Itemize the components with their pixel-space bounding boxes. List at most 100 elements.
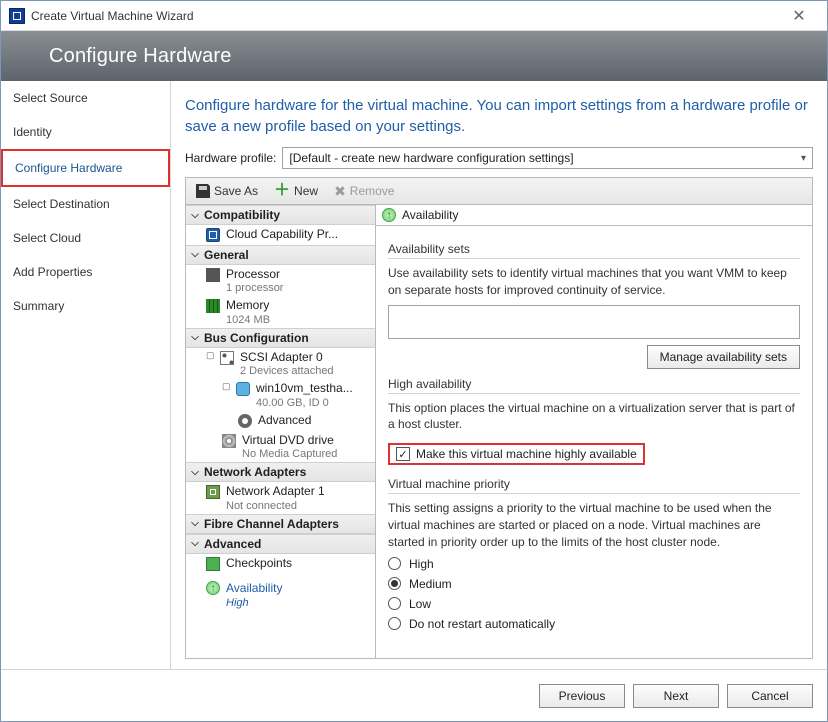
app-icon [9,8,25,24]
section-label: Advanced [204,537,261,551]
save-as-button[interactable]: Save As [192,182,262,200]
banner-title: Configure Hardware [49,45,232,68]
tree-item-label: Memory [226,298,270,314]
cancel-button[interactable]: Cancel [727,684,813,708]
nav-identity[interactable]: Identity [1,115,170,149]
remove-button: ✖ Remove [330,181,398,202]
tree-item-sub: No Media Captured [242,448,337,460]
details-header: ↑ Availability [376,205,812,226]
section-advanced[interactable]: ⌵ Advanced [186,534,375,554]
collapse-icon: ⌵ [190,518,200,529]
availability-sets-title: Availability sets [388,242,800,259]
priority-no-restart[interactable]: Do not restart automatically [388,617,800,631]
wizard-nav: Select Source Identity Configure Hardwar… [1,81,171,669]
availability-icon: ↑ [206,581,220,595]
save-icon [196,184,210,198]
close-icon[interactable]: ✕ [779,6,819,26]
tree-dvd[interactable]: Virtual DVD drive No Media Captured [186,431,375,463]
footer: Previous Next Cancel [1,669,827,721]
hardware-tree[interactable]: ⌵ Compatibility Cloud Capability Pr... ⌵… [186,205,376,658]
delete-icon: ✖ [334,183,346,200]
radio-icon [388,597,401,610]
section-network[interactable]: ⌵ Network Adapters [186,462,375,482]
tree-item-sub: 1 processor [226,282,283,294]
titlebar: Create Virtual Machine Wizard ✕ [1,1,827,31]
button-label: Previous [559,689,606,703]
tree-memory[interactable]: Memory 1024 MB [186,296,375,328]
nav-select-cloud[interactable]: Select Cloud [1,221,170,255]
section-bus[interactable]: ⌵ Bus Configuration [186,328,375,348]
checkpoint-icon [206,557,220,571]
content: Configure hardware for the virtual machi… [171,81,827,669]
tree-item-label: SCSI Adapter 0 [240,350,334,366]
new-button[interactable]: ＋ New [270,182,322,200]
intro-text: Configure hardware for the virtual machi… [185,95,813,137]
wizard-window: Create Virtual Machine Wizard ✕ Configur… [0,0,828,722]
tree-item-sub: 1024 MB [226,314,270,326]
section-label: Compatibility [204,208,280,222]
priority-medium[interactable]: Medium [388,577,800,591]
tree-item-label: Processor [226,267,283,283]
details-panel: ↑ Availability Availability sets Use ava… [376,205,812,658]
tree-scsi-adapter[interactable]: ▢ SCSI Adapter 0 2 Devices attached [186,348,375,380]
tree-availability[interactable]: ↑ Availability High [186,579,375,611]
body: Select Source Identity Configure Hardwar… [1,81,827,669]
details-body: Availability sets Use availability sets … [376,226,812,658]
vm-priority-title: Virtual machine priority [388,477,800,494]
radio-label: Medium [409,577,452,591]
expand-icon: ▢ [206,350,214,361]
radio-icon [388,577,401,590]
previous-button[interactable]: Previous [539,684,625,708]
tree-item-label: Virtual DVD drive [242,433,337,449]
collapse-icon: ⌵ [190,210,200,221]
workarea: ⌵ Compatibility Cloud Capability Pr... ⌵… [185,205,813,659]
high-availability-title: High availability [388,377,800,394]
button-label: Manage availability sets [660,350,787,364]
disk-icon [236,382,250,396]
nav-select-source[interactable]: Select Source [1,81,170,115]
tree-network-adapter[interactable]: Network Adapter 1 Not connected [186,482,375,514]
tree-disk[interactable]: ▢ win10vm_testha... 40.00 GB, ID 0 [186,379,375,411]
scsi-icon [220,351,234,365]
nav-summary[interactable]: Summary [1,289,170,323]
section-general[interactable]: ⌵ General [186,245,375,265]
new-label: New [294,184,318,198]
next-button[interactable]: Next [633,684,719,708]
tree-item-sub: Not connected [226,500,325,512]
tree-checkpoints[interactable]: Checkpoints [186,554,375,574]
tree-item-label: Checkpoints [226,556,292,572]
availability-icon: ↑ [382,208,396,222]
high-availability-desc: This option places the virtual machine o… [388,400,800,434]
tree-disk-advanced[interactable]: Advanced [186,411,375,431]
tree-item-sub: 40.00 GB, ID 0 [256,397,353,409]
section-label: Bus Configuration [204,331,309,345]
nav-configure-hardware[interactable]: Configure Hardware [1,149,170,187]
cpu-icon [206,268,220,282]
section-label: Network Adapters [204,465,306,479]
tree-processor[interactable]: Processor 1 processor [186,265,375,297]
radio-icon [388,617,401,630]
hardware-profile-row: Hardware profile: [Default - create new … [185,147,813,169]
collapse-icon: ⌵ [190,467,200,478]
nav-add-properties[interactable]: Add Properties [1,255,170,289]
manage-availability-sets-button[interactable]: Manage availability sets [647,345,800,369]
hardware-profile-dropdown[interactable]: [Default - create new hardware configura… [282,147,813,169]
priority-low[interactable]: Low [388,597,800,611]
hardware-profile-label: Hardware profile: [185,151,276,165]
plus-icon: ＋ [274,184,290,198]
button-label: Cancel [751,689,788,703]
collapse-icon: ⌵ [190,332,200,343]
expand-icon: ▢ [222,381,230,392]
collapse-icon: ⌵ [190,249,200,260]
tree-cloud-capability[interactable]: Cloud Capability Pr... [186,225,375,245]
details-title: Availability [402,208,458,222]
section-fibre[interactable]: ⌵ Fibre Channel Adapters [186,514,375,534]
radio-icon [388,557,401,570]
hardware-profile-value: [Default - create new hardware configura… [289,151,573,165]
priority-high[interactable]: High [388,557,800,571]
ha-checkbox-group[interactable]: ✓ Make this virtual machine highly avail… [388,443,645,465]
tree-item-label: Advanced [258,413,311,429]
availability-sets-list[interactable] [388,305,800,339]
nav-select-destination[interactable]: Select Destination [1,187,170,221]
section-compatibility[interactable]: ⌵ Compatibility [186,205,375,225]
